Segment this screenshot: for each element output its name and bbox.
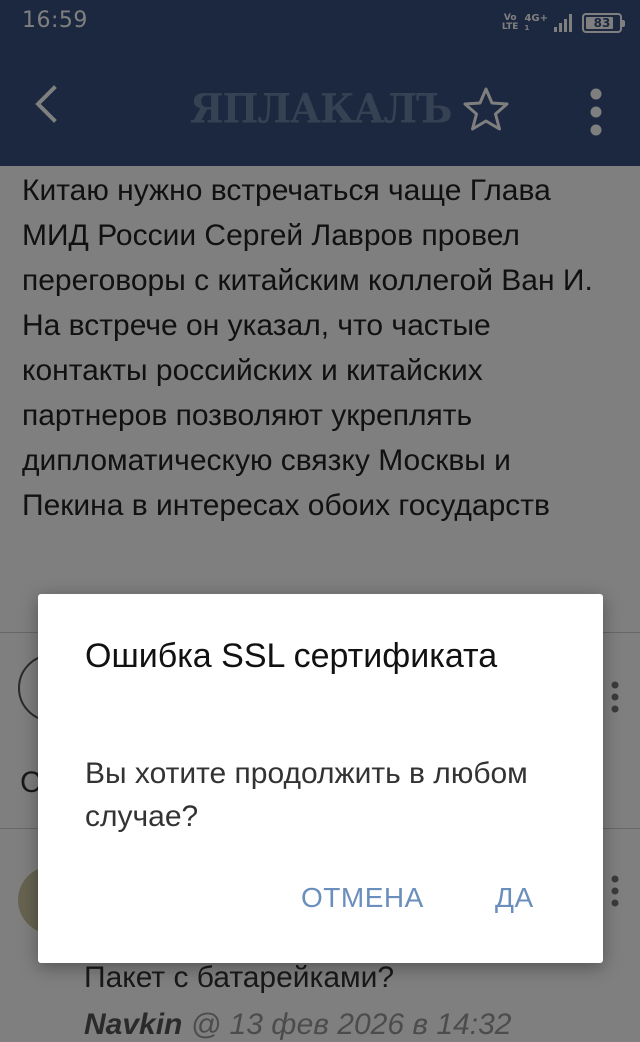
confirm-button[interactable]: ДА (495, 882, 534, 914)
ssl-error-dialog: Ошибка SSL сертификата Вы хотите продолж… (38, 594, 603, 963)
dialog-message: Вы хотите продолжить в любом случае? (85, 757, 528, 833)
dialog-title: Ошибка SSL сертификата (85, 637, 498, 675)
cancel-button[interactable]: ОТМЕНА (301, 882, 424, 914)
